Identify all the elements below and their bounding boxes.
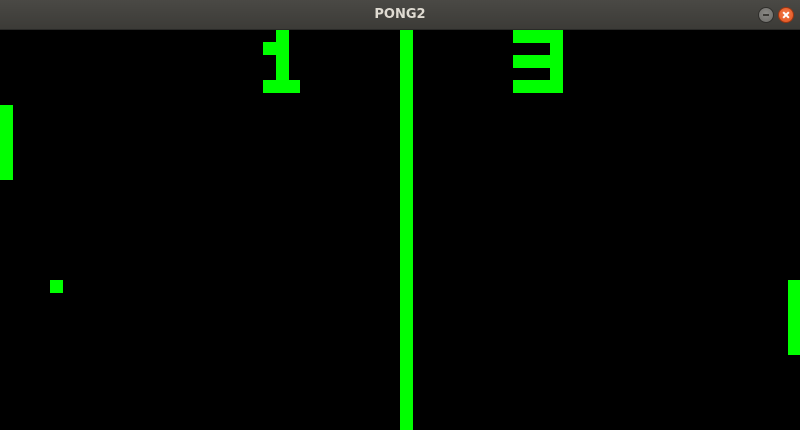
left-score-pixel xyxy=(263,80,300,93)
pong2-window: PONG2 xyxy=(0,0,800,430)
titlebar[interactable]: PONG2 xyxy=(0,0,800,30)
right-paddle[interactable] xyxy=(788,280,800,355)
left-score-pixel xyxy=(276,30,289,80)
right-score-pixel xyxy=(513,80,563,93)
window-title: PONG2 xyxy=(374,7,426,22)
right-score-pixel xyxy=(513,55,563,68)
center-net xyxy=(400,30,413,430)
minimize-icon[interactable] xyxy=(758,7,774,23)
left-score-pixel xyxy=(263,42,276,55)
ball xyxy=(50,280,63,293)
close-icon[interactable] xyxy=(778,7,794,23)
game-playfield[interactable] xyxy=(0,30,800,430)
left-paddle[interactable] xyxy=(0,105,13,180)
